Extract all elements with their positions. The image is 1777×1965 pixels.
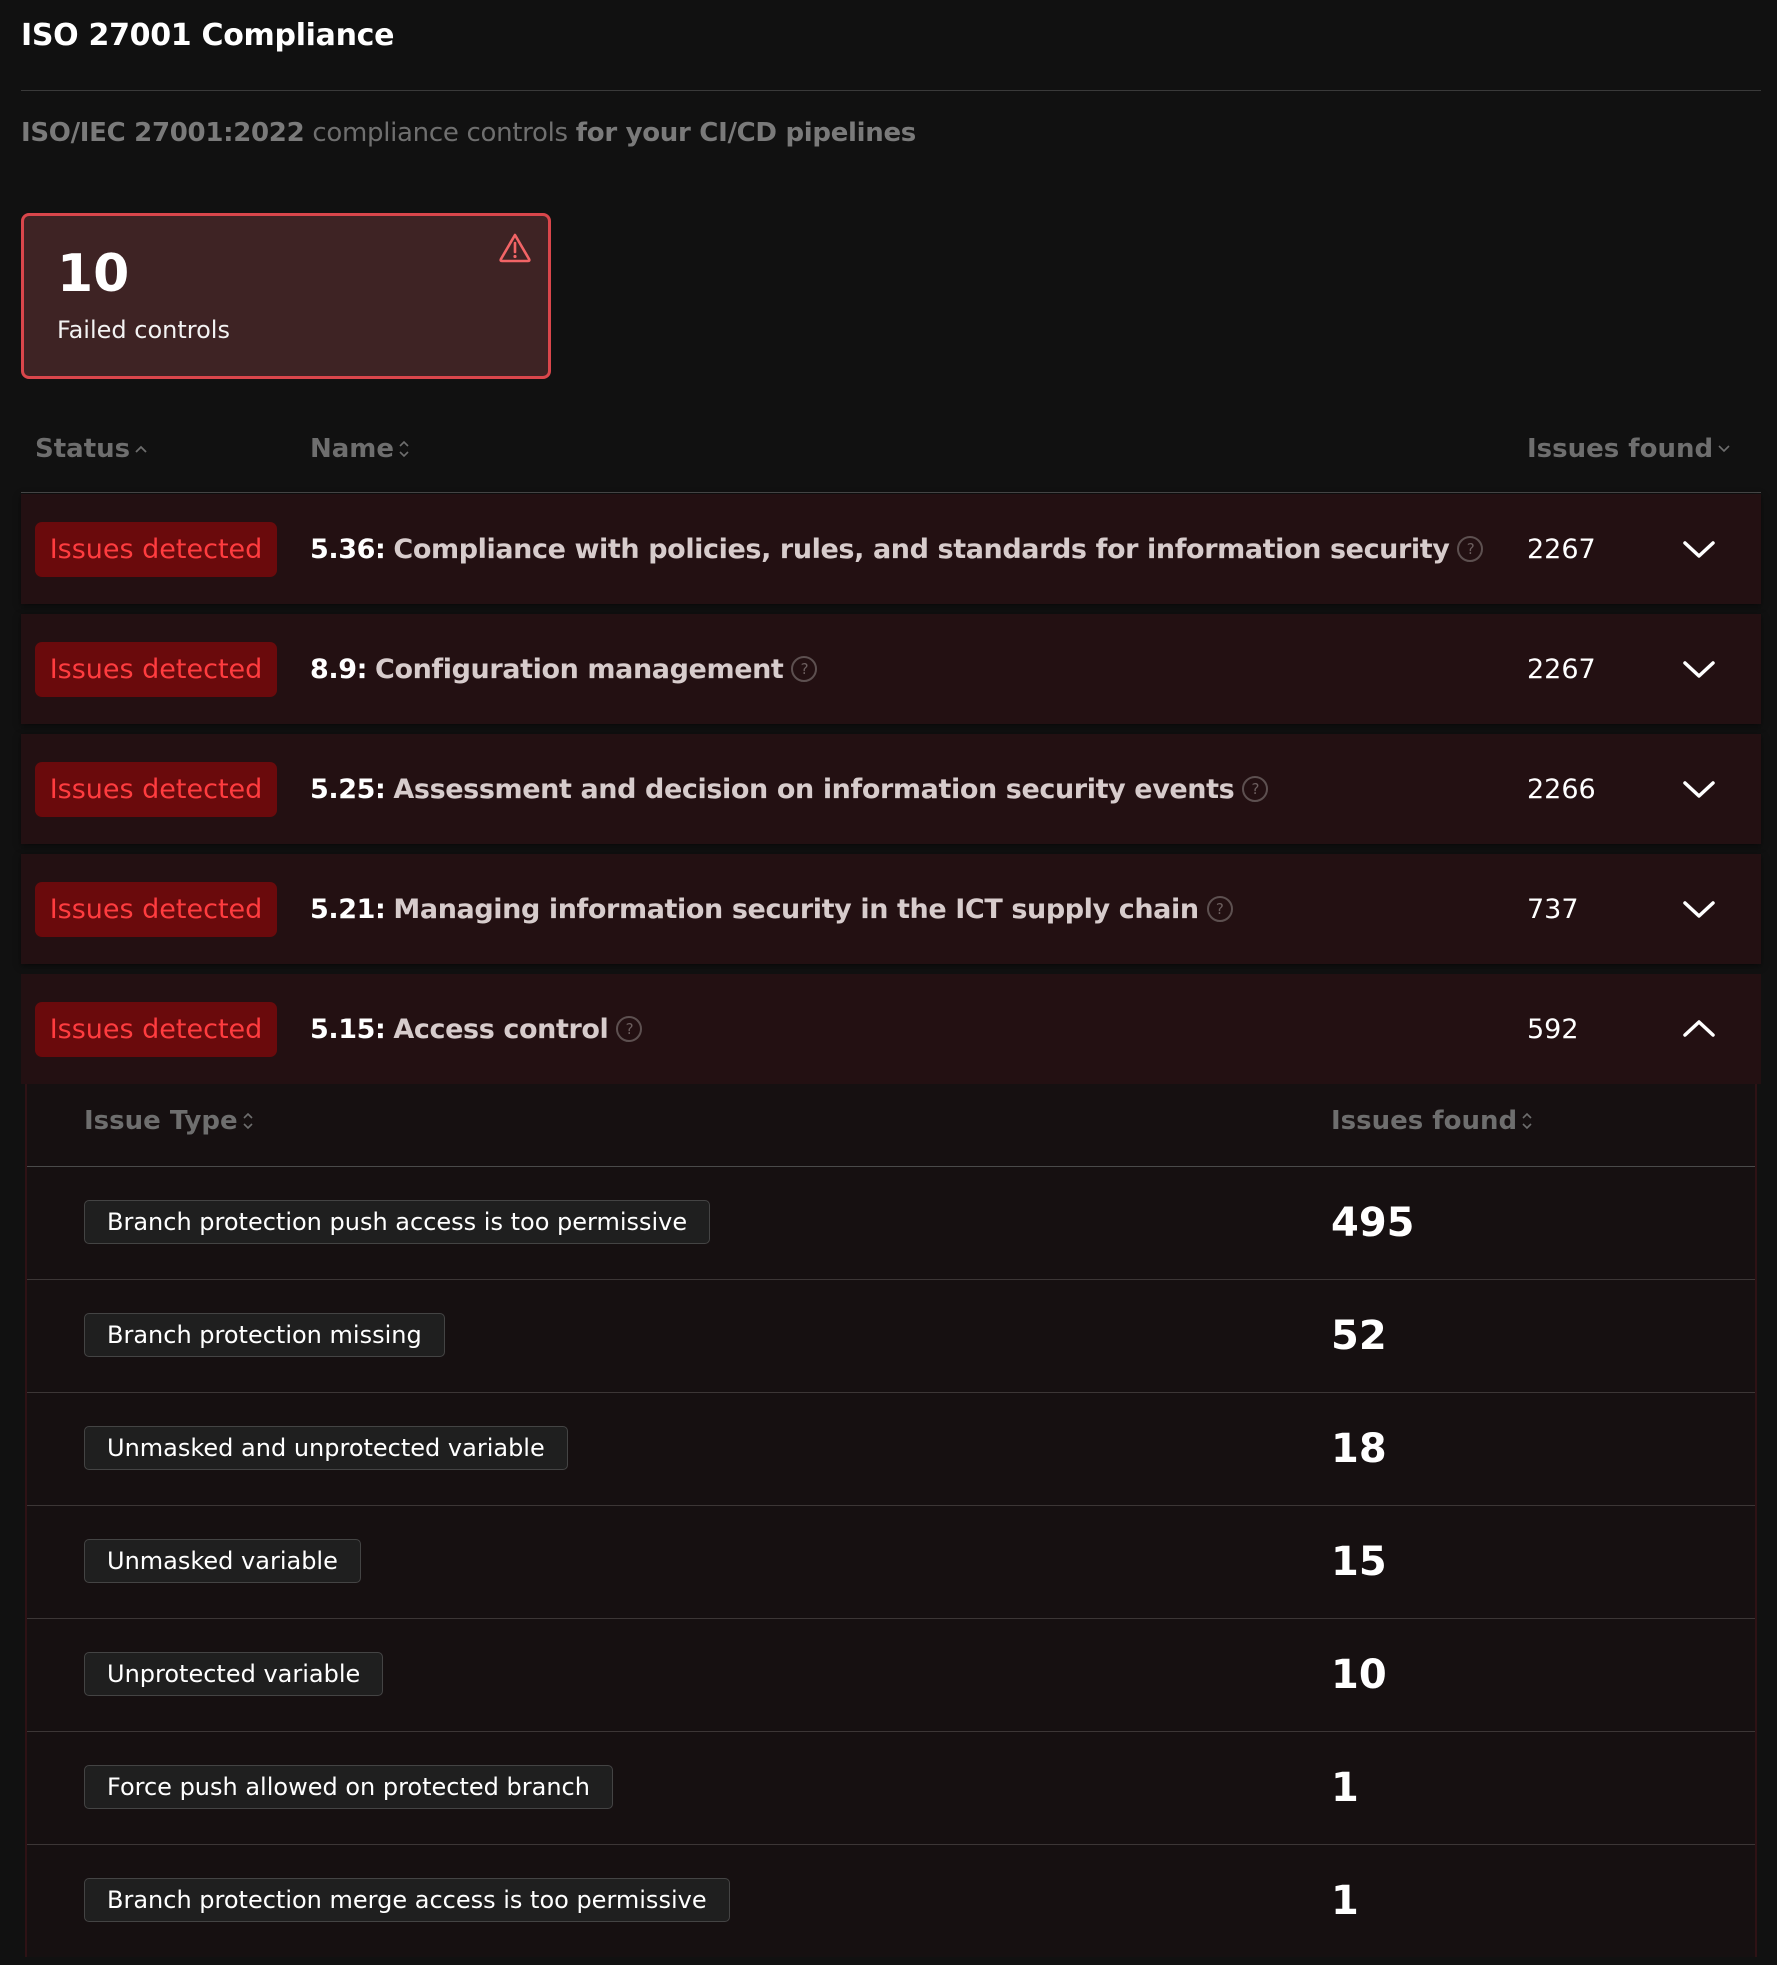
issue-types-header: Issue Type Issues found — [27, 1084, 1755, 1167]
help-icon[interactable]: ? — [791, 656, 818, 682]
issue-type-row: Unmasked variable 15 — [27, 1506, 1755, 1619]
issues-count: 2267 — [1527, 533, 1596, 565]
column-header-issues-found[interactable]: Issues found — [1331, 1106, 1533, 1136]
control-title: Managing information security in the ICT… — [393, 893, 1199, 925]
control-row[interactable]: Issues detected 5.25: Assessment and deci… — [21, 734, 1761, 844]
sort-unsorted-icon — [399, 440, 409, 458]
issue-type-row: Unmasked and unprotected variable 18 — [27, 1393, 1755, 1506]
control-name: 5.25: Assessment and decision on informat… — [310, 734, 1269, 844]
chevron-down-icon[interactable] — [1681, 894, 1717, 924]
control-row-expanded[interactable]: Issues detected 5.15: Access control? 592 — [21, 974, 1761, 1084]
issue-type-tag: Branch protection merge access is too pe… — [84, 1878, 730, 1922]
controls-table-header: Status Name Issues found — [21, 420, 1761, 493]
issue-type-row: Branch protection push access is too per… — [27, 1167, 1755, 1280]
control-title: Access control — [393, 1013, 609, 1045]
issue-types-panel: Issue Type Issues found Branch protectio… — [25, 1084, 1757, 1957]
issue-type-count: 52 — [1331, 1313, 1387, 1359]
issue-type-tag: Force push allowed on protected branch — [84, 1765, 613, 1809]
column-header-name-label: Name — [310, 434, 395, 464]
control-id: 5.15: — [310, 1013, 386, 1045]
chevron-down-icon[interactable] — [1681, 654, 1717, 684]
subtitle-standard: ISO/IEC 27001:2022 — [21, 118, 305, 148]
control-name: 8.9: Configuration management? — [310, 614, 818, 724]
failed-controls-count: 10 — [57, 244, 130, 304]
page-subtitle: ISO/IEC 27001:2022 compliance controls f… — [21, 118, 916, 148]
issues-count: 2267 — [1527, 653, 1596, 685]
control-row[interactable]: Issues detected 5.21: Managing informatio… — [21, 854, 1761, 964]
control-id: 5.36: — [310, 533, 386, 565]
control-id: 5.21: — [310, 893, 386, 925]
help-icon[interactable]: ? — [616, 1016, 643, 1042]
issue-type-tag: Unmasked and unprotected variable — [84, 1426, 568, 1470]
issue-type-tag: Unprotected variable — [84, 1652, 384, 1696]
header-divider — [21, 90, 1761, 91]
issue-type-count: 18 — [1331, 1426, 1387, 1472]
issue-type-row: Branch protection merge access is too pe… — [27, 1845, 1755, 1957]
issues-count: 592 — [1527, 1013, 1579, 1045]
issue-type-row: Force push allowed on protected branch 1 — [27, 1732, 1755, 1845]
issue-type-row: Branch protection missing 52 — [27, 1280, 1755, 1393]
control-title: Compliance with policies, rules, and sta… — [393, 533, 1450, 565]
status-badge: Issues detected — [35, 642, 277, 697]
chevron-down-icon[interactable] — [1681, 534, 1717, 564]
control-row[interactable]: Issues detected 8.9: Configuration manage… — [21, 614, 1761, 724]
page-title: ISO 27001 Compliance — [21, 18, 395, 53]
column-header-name[interactable]: Name — [310, 434, 410, 464]
column-header-issues-found-label: Issues found — [1331, 1106, 1518, 1136]
sort-unsorted-icon — [243, 1112, 253, 1130]
chevron-up-icon[interactable] — [1681, 1014, 1717, 1044]
column-header-issues-label: Issues found — [1527, 434, 1714, 464]
issues-count: 737 — [1527, 893, 1579, 925]
warning-triangle-icon — [499, 233, 531, 263]
failed-controls-card[interactable]: 10 Failed controls — [21, 213, 551, 379]
sort-descending-icon — [1718, 445, 1730, 453]
failed-controls-label: Failed controls — [57, 316, 230, 344]
help-icon[interactable]: ? — [1206, 896, 1233, 922]
status-badge: Issues detected — [35, 882, 277, 937]
control-name: 5.36: Compliance with policies, rules, an… — [310, 494, 1484, 604]
column-header-issues[interactable]: Issues found — [1527, 434, 1731, 464]
issue-type-tag: Branch protection push access is too per… — [84, 1200, 711, 1244]
control-name: 5.15: Access control? — [310, 974, 643, 1084]
sort-ascending-icon — [135, 445, 147, 453]
issue-type-count: 1 — [1331, 1765, 1359, 1811]
issue-type-count: 495 — [1331, 1200, 1415, 1246]
status-badge: Issues detected — [35, 522, 277, 577]
issue-type-count: 15 — [1331, 1539, 1387, 1585]
issues-count: 2266 — [1527, 773, 1596, 805]
control-title: Configuration management — [375, 653, 784, 685]
issue-type-count: 10 — [1331, 1652, 1387, 1698]
column-header-issue-type[interactable]: Issue Type — [84, 1106, 254, 1136]
column-header-issue-type-label: Issue Type — [84, 1106, 238, 1136]
control-id: 5.25: — [310, 773, 386, 805]
controls-table-body: Issues detected 5.36: Compliance with pol… — [21, 494, 1761, 1957]
issue-type-tag: Unmasked variable — [84, 1539, 361, 1583]
column-header-status[interactable]: Status — [35, 434, 148, 464]
status-badge: Issues detected — [35, 762, 277, 817]
control-title: Assessment and decision on information s… — [393, 773, 1235, 805]
subtitle-text: compliance controls — [304, 118, 576, 148]
control-id: 8.9: — [310, 653, 368, 685]
issue-type-row: Unprotected variable 10 — [27, 1619, 1755, 1732]
subtitle-scope: for your CI/CD pipelines — [575, 118, 917, 148]
control-name: 5.21: Managing information security in th… — [310, 854, 1233, 964]
status-badge: Issues detected — [35, 1002, 277, 1057]
sort-unsorted-icon — [1522, 1112, 1532, 1130]
issue-type-count: 1 — [1331, 1878, 1359, 1924]
help-icon[interactable]: ? — [1242, 776, 1269, 802]
control-row[interactable]: Issues detected 5.36: Compliance with pol… — [21, 494, 1761, 604]
help-icon[interactable]: ? — [1457, 536, 1484, 562]
chevron-down-icon[interactable] — [1681, 774, 1717, 804]
issue-type-tag: Branch protection missing — [84, 1313, 445, 1357]
column-header-status-label: Status — [35, 434, 131, 464]
